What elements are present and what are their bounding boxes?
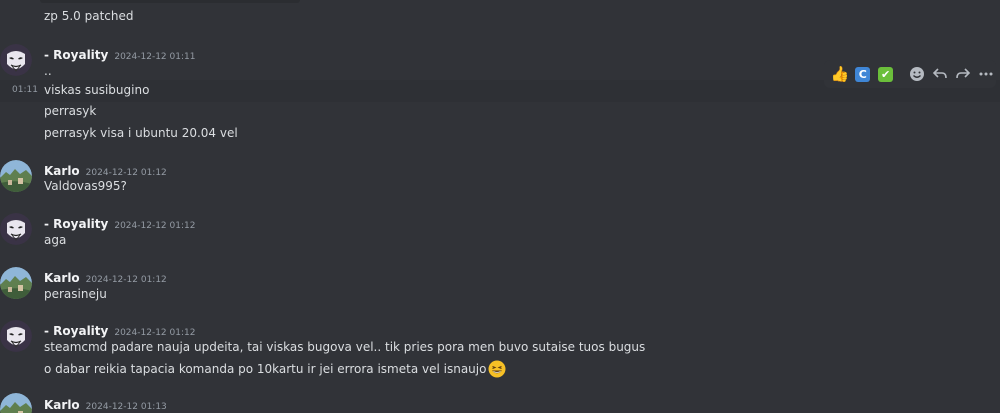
timestamp[interactable]: 2024-12-12 01:13 — [86, 402, 167, 412]
check-mark-icon: ✔ — [878, 66, 894, 82]
message-actions-toolbar: 👍 C ✔ — [824, 60, 996, 88]
message-text: steamcmd padare nauja updeita, tai viska… — [44, 340, 646, 354]
message-line: o dabar reikia tapacia komanda po 10kart… — [44, 360, 506, 382]
message-text: Valdovas995? — [44, 179, 127, 193]
author-name[interactable]: - Royality — [44, 217, 108, 231]
message-text: perrasyk visa i ubuntu 20.04 vel — [44, 126, 238, 140]
avatar-karlo[interactable] — [0, 393, 32, 413]
chat-message-list: zp 5.0 patched - Royality 2024-12-12 01:1… — [0, 0, 1000, 413]
forward-icon[interactable] — [953, 64, 973, 84]
avatar-royality[interactable] — [0, 320, 32, 352]
author-name[interactable]: Karlo — [44, 271, 80, 285]
timestamp[interactable]: 2024-12-12 01:12 — [114, 221, 195, 231]
avatar-karlo[interactable] — [0, 160, 32, 192]
thumbs-up-icon[interactable]: 👍 — [830, 64, 850, 84]
message-header: Karlo 2024-12-12 01:12 — [44, 160, 167, 179]
message-text: aga — [44, 233, 67, 247]
message-header: Karlo 2024-12-12 01:13 — [44, 394, 167, 413]
message-header: - Royality 2024-12-12 01:12 — [44, 320, 195, 339]
message-text: o dabar reikia tapacia komanda po 10kart… — [44, 362, 487, 376]
timestamp[interactable]: 2024-12-12 01:11 — [114, 52, 195, 62]
message-text: viskas susibugino — [44, 83, 150, 97]
hover-timestamp[interactable]: 01:11 — [12, 85, 38, 95]
letter-c-icon: C — [855, 66, 871, 82]
add-reaction-icon[interactable] — [908, 64, 928, 84]
message-text: perrasyk — [44, 104, 97, 118]
message-text: zp 5.0 patched — [44, 9, 134, 23]
avatar-royality[interactable] — [0, 213, 32, 245]
timestamp[interactable]: 2024-12-12 01:12 — [114, 328, 195, 338]
grinning-squinting-face-icon — [488, 360, 506, 382]
avatar-royality[interactable] — [0, 44, 32, 76]
timestamp[interactable]: 2024-12-12 01:12 — [86, 275, 167, 285]
message-text: perasineju — [44, 287, 107, 301]
author-name[interactable]: Karlo — [44, 164, 80, 178]
reaction-c-button[interactable]: C — [853, 64, 873, 84]
author-name[interactable]: - Royality — [44, 324, 108, 338]
message-header: - Royality 2024-12-12 01:12 — [44, 213, 195, 232]
more-options-icon[interactable] — [976, 64, 996, 84]
message-header: Karlo 2024-12-12 01:12 — [44, 267, 167, 286]
reply-icon[interactable] — [930, 64, 950, 84]
previous-message-fragment — [40, 0, 300, 3]
timestamp[interactable]: 2024-12-12 01:12 — [86, 168, 167, 178]
avatar-karlo[interactable] — [0, 267, 32, 299]
reaction-check-button[interactable]: ✔ — [876, 64, 896, 84]
message-text: .. — [44, 64, 52, 78]
message-header: - Royality 2024-12-12 01:11 — [44, 44, 195, 63]
author-name[interactable]: Karlo — [44, 398, 80, 412]
author-name[interactable]: - Royality — [44, 48, 108, 62]
